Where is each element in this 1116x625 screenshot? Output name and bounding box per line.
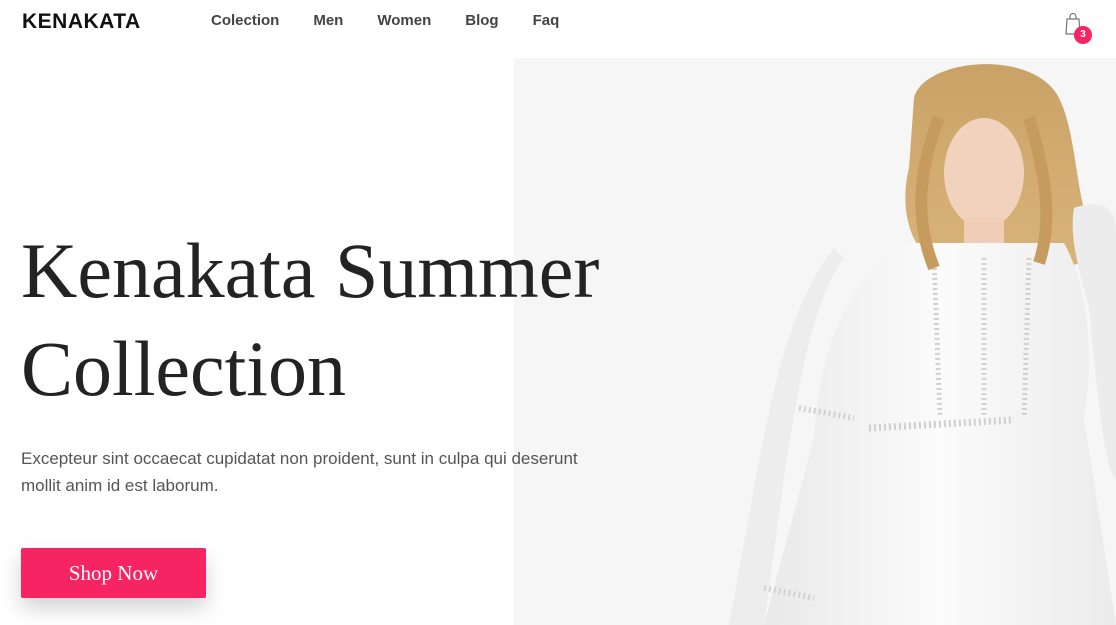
cart-button[interactable]: 3 <box>1064 12 1094 44</box>
nav-item-colection[interactable]: Colection <box>211 12 279 30</box>
nav-item-men[interactable]: Men <box>313 12 343 30</box>
hero-title-line2: Collection <box>21 325 346 412</box>
hero-description: Excepteur sint occaecat cupidatat non pr… <box>21 445 621 499</box>
shop-now-button[interactable]: Shop Now <box>21 548 206 598</box>
cart-count-badge: 3 <box>1074 26 1092 44</box>
nav-item-women[interactable]: Women <box>377 12 431 30</box>
main-nav: Colection Men Women Blog Faq <box>211 12 559 30</box>
nav-item-blog[interactable]: Blog <box>465 12 498 30</box>
hero-title-line1: Kenakata Summer <box>21 227 600 314</box>
hero-description-line1: Excepteur sint occaecat cupidatat non pr… <box>21 449 578 468</box>
hero-title: Kenakata Summer Collection <box>21 222 741 418</box>
site-header: KENAKATA Colection Men Women Blog Faq 3 <box>0 0 1116 44</box>
hero-description-line2: mollit anim id est laborum. <box>21 476 219 495</box>
brand-logo[interactable]: KENAKATA <box>22 10 141 34</box>
nav-item-faq[interactable]: Faq <box>533 12 560 30</box>
